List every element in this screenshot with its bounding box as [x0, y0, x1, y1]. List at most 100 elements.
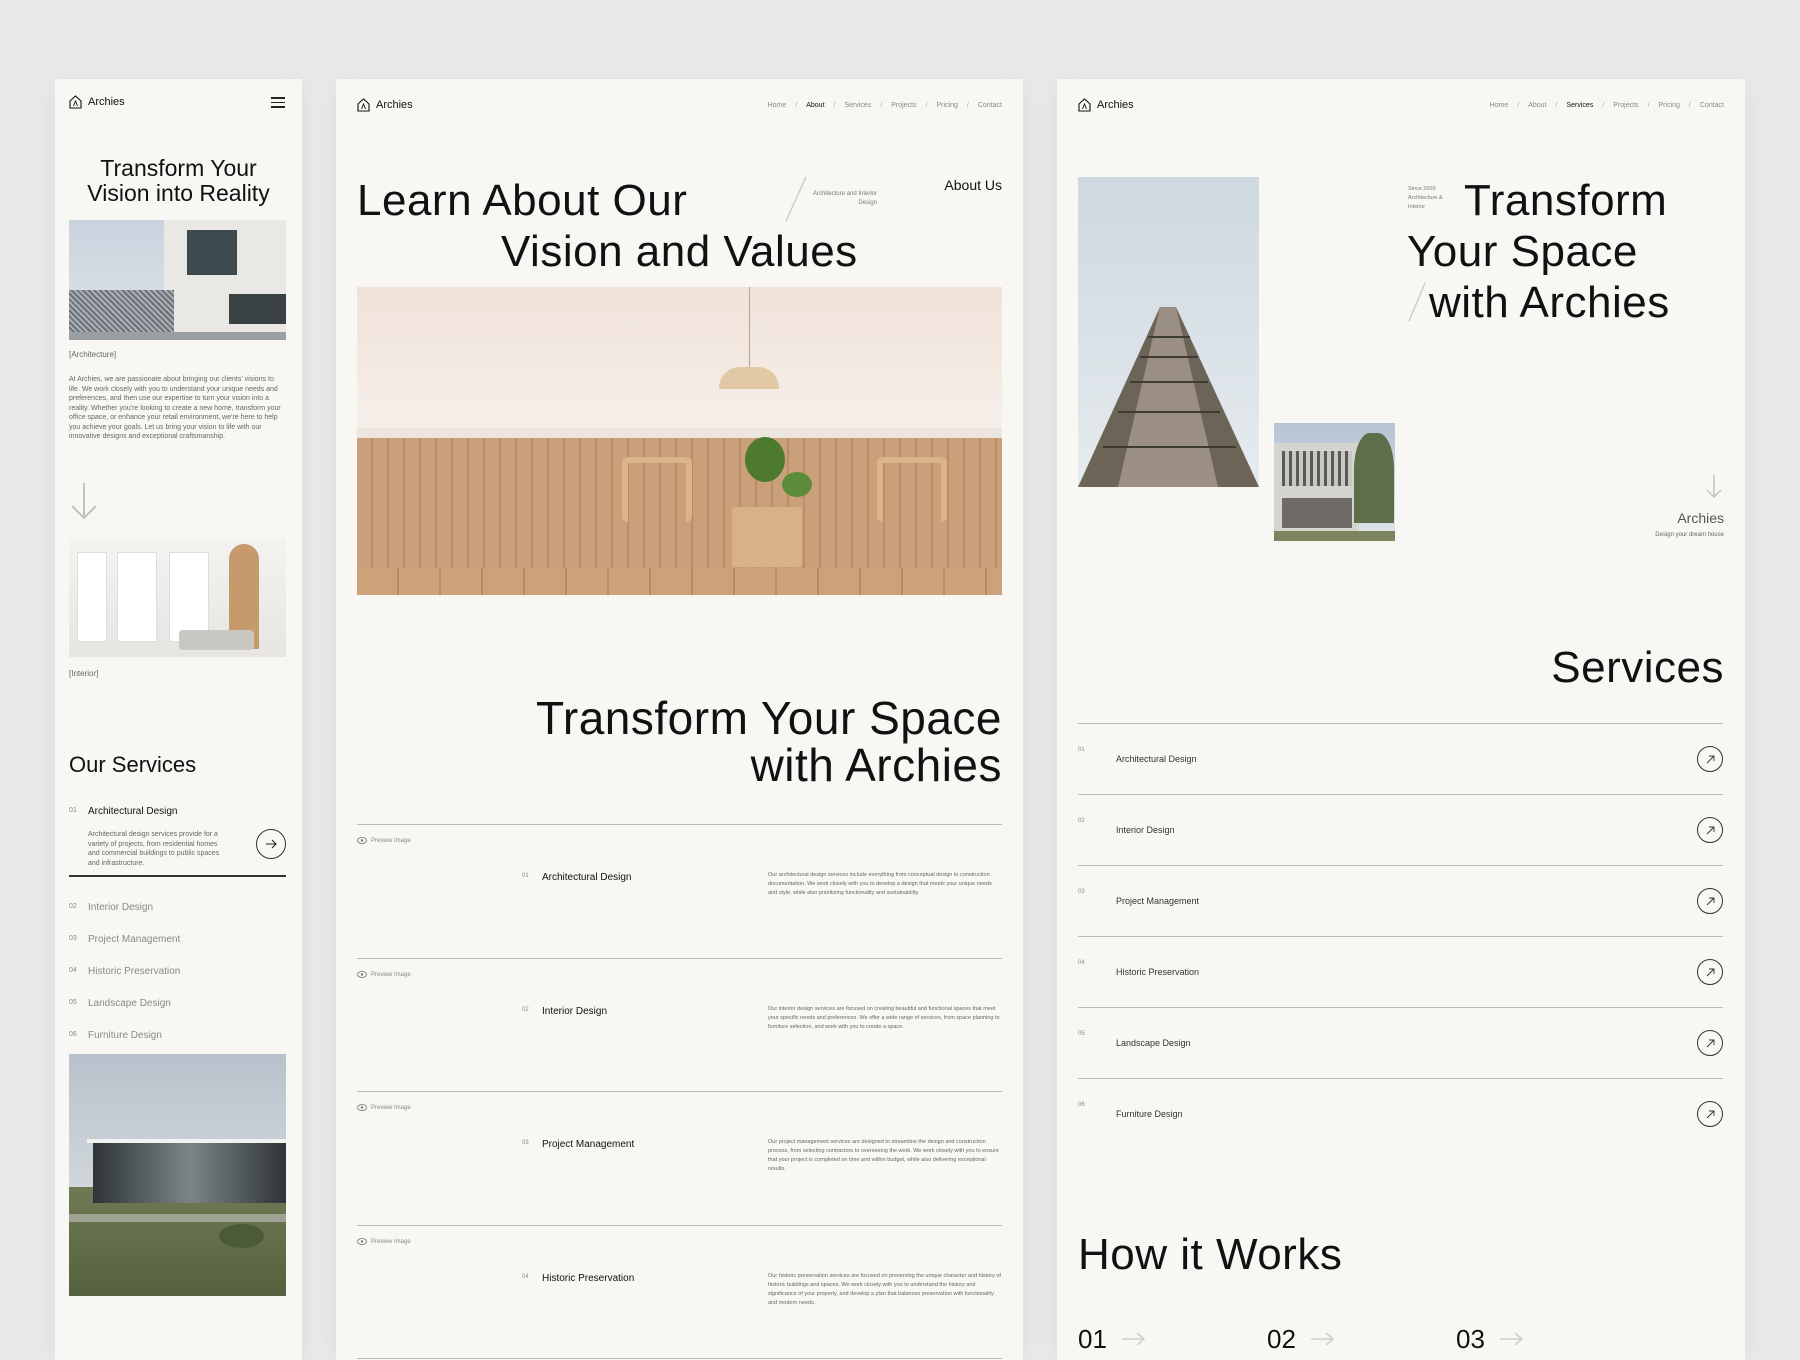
service-description: Our project management services are desi… [768, 1139, 999, 1172]
service-name[interactable]: Historic Preservation [542, 1273, 634, 1284]
arrow-down-icon[interactable] [1704, 473, 1724, 501]
row-divider [357, 1358, 1002, 1359]
step-number: 03 [1456, 1324, 1485, 1354]
brand-logo[interactable]: Archies [1078, 98, 1134, 112]
service-number: 03 [522, 1140, 529, 1146]
nav-projects[interactable]: Projects [1613, 102, 1638, 109]
arrow-right-icon [266, 839, 277, 849]
service-number: 06 [69, 1031, 77, 1038]
service-item-historic-preservation[interactable]: Historic Preservation [88, 966, 180, 977]
services-panel: Archies Home / About / Services / Projects /… [1057, 79, 1745, 1360]
service-description: Our historic preservation services are f… [768, 1273, 1001, 1306]
service-arrow-button[interactable] [1697, 1101, 1723, 1127]
brand-label: Archies [1677, 510, 1724, 526]
mobile-hero-title: Transform Your Vision into Reality [87, 155, 270, 206]
architecture-caption: [Architecture] [69, 350, 117, 359]
service-arrow-button[interactable] [1697, 959, 1723, 985]
nav-pricing[interactable]: Pricing [1659, 102, 1680, 109]
about-tag: Architecture and Interior Design [812, 191, 877, 206]
arrow-up-right-icon [1706, 1039, 1714, 1047]
about-us-link[interactable]: About Us [944, 177, 1002, 193]
service-item-furniture-design[interactable]: Furniture Design [88, 1030, 162, 1041]
services-hero-line-1: Transform [1464, 176, 1668, 225]
nav-services[interactable]: Services [844, 102, 871, 109]
service-name-active[interactable]: Architectural Design [88, 806, 177, 817]
arrow-down-icon[interactable] [69, 481, 99, 521]
brand-name: Archies [376, 99, 413, 111]
service-item-interior-design[interactable]: Interior Design [88, 902, 153, 913]
brand-name: Archies [1097, 99, 1134, 111]
tower-graphic [1078, 307, 1259, 487]
service-arrow-button[interactable] [256, 829, 286, 859]
service-name[interactable]: Project Management [542, 1139, 634, 1150]
services-hero-line-2: Your Space [1407, 227, 1638, 276]
service-row-furniture-design[interactable]: Furniture Design [1116, 1109, 1183, 1119]
nav-about[interactable]: About [1528, 102, 1546, 109]
service-item-landscape-design[interactable]: Landscape Design [88, 998, 171, 1009]
menu-icon[interactable] [271, 97, 285, 108]
service-number: 02 [522, 1007, 529, 1013]
preview-image-link[interactable]: Preview Image [357, 837, 411, 844]
nav-projects[interactable]: Projects [891, 102, 916, 109]
service-name[interactable]: Architectural Design [542, 872, 631, 883]
arrow-right-icon [1122, 1332, 1146, 1346]
active-service-underline [69, 875, 286, 877]
preview-image-link[interactable]: Preview Image [357, 1104, 411, 1111]
architecture-image [69, 220, 286, 340]
service-arrow-button[interactable] [1697, 888, 1723, 914]
service-row-landscape-design[interactable]: Landscape Design [1116, 1038, 1191, 1048]
service-arrow-button[interactable] [1697, 746, 1723, 772]
row-divider [357, 1091, 1002, 1092]
nav-home[interactable]: Home [768, 102, 787, 109]
brand-logo[interactable]: Archies [357, 98, 413, 112]
arrow-up-right-icon [1706, 755, 1714, 763]
nav-contact[interactable]: Contact [978, 102, 1002, 109]
service-number: 01 [522, 873, 529, 879]
row-divider [1078, 723, 1723, 724]
service-row-interior-design[interactable]: Interior Design [1116, 825, 1175, 835]
service-item-project-management[interactable]: Project Management [88, 934, 180, 945]
service-number: 04 [69, 967, 77, 974]
nav-pricing[interactable]: Pricing [937, 102, 958, 109]
slash-divider [1408, 282, 1426, 322]
service-number: 03 [1078, 889, 1085, 895]
service-number: 03 [69, 935, 77, 942]
preview-image-link[interactable]: Preview Image [357, 1238, 411, 1245]
step-number: 01 [1078, 1324, 1107, 1354]
service-description: Our interior design services are focused… [768, 1006, 1000, 1030]
arrow-right-icon [1500, 1332, 1524, 1346]
house-logo-icon [1078, 98, 1091, 112]
arrow-up-right-icon [1706, 826, 1714, 834]
services-hero-line-3: with Archies [1429, 278, 1670, 327]
about-panel: Archies Home / About / Services / Projects /… [336, 79, 1023, 1360]
nav-contact[interactable]: Contact [1700, 102, 1724, 109]
brand-subtitle: Design your dream house [1655, 532, 1724, 538]
row-divider [357, 824, 1002, 825]
service-row-project-management[interactable]: Project Management [1116, 896, 1199, 906]
brand-logo[interactable]: Archies [69, 95, 125, 109]
service-number: 05 [1078, 1031, 1085, 1037]
preview-image-link[interactable]: Preview Image [357, 971, 411, 978]
service-description: Architectural design services provide fo… [88, 831, 220, 867]
service-name[interactable]: Interior Design [542, 1006, 607, 1017]
house-thumb-image [1274, 423, 1395, 541]
service-row-architectural-design[interactable]: Architectural Design [1116, 754, 1197, 764]
nav-about[interactable]: About [806, 102, 824, 109]
main-nav: Home / About / Services / Projects / Pricing… [767, 102, 1002, 109]
service-description: Our architectural design services includ… [768, 872, 992, 896]
brand-name: Archies [88, 96, 125, 108]
nav-home[interactable]: Home [1490, 102, 1509, 109]
modern-house-image [69, 1054, 286, 1296]
mobile-intro-text: At Archies, we are passionate about brin… [69, 376, 281, 440]
row-divider [357, 1225, 1002, 1226]
nav-services[interactable]: Services [1566, 102, 1593, 109]
service-number: 01 [1078, 747, 1085, 753]
service-arrow-button[interactable] [1697, 1030, 1723, 1056]
service-arrow-button[interactable] [1697, 817, 1723, 843]
arrow-right-icon [1311, 1332, 1335, 1346]
main-nav: Home / About / Services / Projects / Pricing… [1489, 102, 1724, 109]
interior-image [69, 538, 286, 657]
row-divider [357, 958, 1002, 959]
service-number: 02 [69, 903, 77, 910]
service-row-historic-preservation[interactable]: Historic Preservation [1116, 967, 1199, 977]
